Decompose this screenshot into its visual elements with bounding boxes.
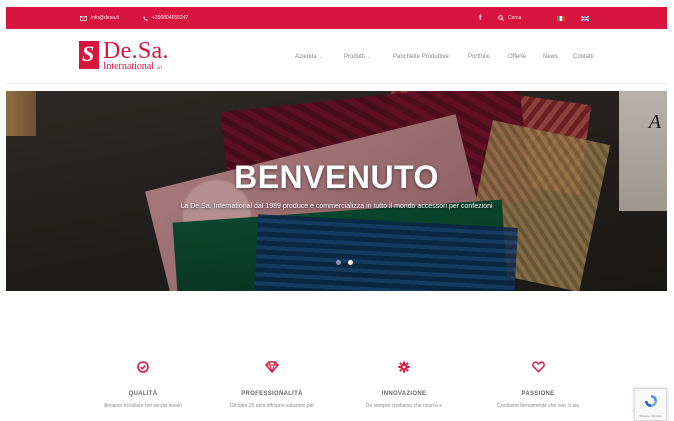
nav-item-panchette[interactable]: Panchette Produttive	[393, 54, 449, 60]
phone-text: +390804655247	[152, 15, 189, 21]
feature-innovazione: INNOVAZIONE Da sempre crediamo che ricer…	[334, 361, 474, 409]
site-header: S De.Sa. International srl Azienda ⌄ Pro…	[6, 29, 667, 84]
logo-suffix: srl	[157, 66, 163, 71]
uk-flag-icon	[581, 15, 589, 21]
nav-item-portfolio[interactable]: Portfolio	[468, 54, 490, 60]
gear-icon	[398, 361, 410, 373]
nav-item-offerte[interactable]: Offerte	[508, 54, 526, 60]
logo-text: De.Sa. International srl	[103, 39, 169, 72]
feature-title: QUALITÀ	[128, 391, 158, 397]
search-label: Cerca	[508, 15, 522, 21]
nav-label: News	[543, 54, 559, 60]
facebook-icon: f	[479, 14, 482, 22]
hero-title: BENVENUTO	[234, 159, 439, 195]
recaptcha-badge[interactable]: Privacy - Termini	[634, 388, 667, 421]
phone-icon	[143, 15, 148, 21]
feature-passione: PASSIONE Crediamo fermamente che non ci …	[468, 361, 608, 409]
logo-mark-icon: S	[79, 41, 99, 69]
feature-title: PROFESSIONALITÀ	[241, 391, 303, 397]
hero-subtitle: La De.Sa. International dal 1989 produce…	[180, 203, 493, 210]
search-icon	[498, 15, 504, 21]
logo-sub-name: International	[103, 61, 155, 72]
slider-dot-2[interactable]	[348, 260, 353, 265]
logo-title: De.Sa.	[103, 38, 169, 64]
feature-title: PASSIONE	[521, 391, 555, 397]
chevron-down-icon: ⌄	[366, 54, 371, 60]
phone-link[interactable]: +390804655247	[143, 7, 188, 29]
browser-page: info@desa.it +390804655247 f Cerca S De.…	[6, 7, 667, 421]
email-link[interactable]: info@desa.it	[80, 7, 119, 29]
nav-label: Portfolio	[468, 54, 491, 60]
feature-qualita: QUALITÀ Amiamo eccellare nei servizi ino…	[73, 361, 213, 409]
feature-professionalita: PROFESSIONALITÀ Da oltre 25 anni offriam…	[202, 361, 342, 409]
recaptcha-label: Privacy - Termini	[639, 414, 662, 418]
lang-en[interactable]	[581, 7, 589, 29]
italian-flag-icon	[557, 15, 565, 21]
nav-label: Panchette Produttive	[393, 54, 449, 60]
envelope-icon	[80, 15, 87, 21]
recaptcha-icon	[645, 395, 657, 407]
check-circle-icon	[137, 361, 149, 373]
nav-label: Contatti	[573, 54, 594, 60]
nav-item-azienda[interactable]: Azienda ⌄	[295, 54, 323, 60]
chevron-down-icon: ⌄	[318, 54, 323, 60]
search-toggle[interactable]: Cerca	[498, 7, 521, 29]
nav-label: Azienda	[295, 54, 317, 60]
feature-text: Da oltre 25 anni offriamo soluzioni per	[229, 403, 315, 409]
heart-icon	[531, 361, 545, 373]
hero-slider[interactable]: A BENVENUTO La De.Sa. International dal …	[6, 91, 667, 291]
slider-dot-1[interactable]	[336, 260, 341, 265]
feature-text: Crediamo fermamente che non ci sia	[497, 403, 579, 409]
feature-title: INNOVAZIONE	[381, 391, 427, 397]
facebook-link[interactable]: f	[479, 7, 481, 29]
nav-item-prodotti[interactable]: Prodotti ⌄	[344, 54, 371, 60]
nav-item-news[interactable]: News	[543, 54, 558, 60]
nav-label: Prodotti	[344, 54, 365, 60]
lang-it[interactable]	[557, 7, 565, 29]
feature-text: Amiamo eccellare nei servizi inostri	[103, 403, 183, 409]
email-text: info@desa.it	[91, 15, 119, 21]
site-logo[interactable]: S De.Sa. International srl	[79, 39, 169, 72]
nav-item-contatti[interactable]: Contatti	[573, 54, 594, 60]
diamond-icon	[265, 361, 279, 373]
slider-dots	[336, 260, 353, 265]
top-bar: info@desa.it +390804655247 f Cerca	[6, 7, 667, 29]
nav-label: Offerte	[508, 54, 527, 60]
features-section: QUALITÀ Amiamo eccellare nei servizi ino…	[6, 291, 667, 421]
feature-text: Da sempre crediamo che ricerca e	[365, 403, 443, 409]
